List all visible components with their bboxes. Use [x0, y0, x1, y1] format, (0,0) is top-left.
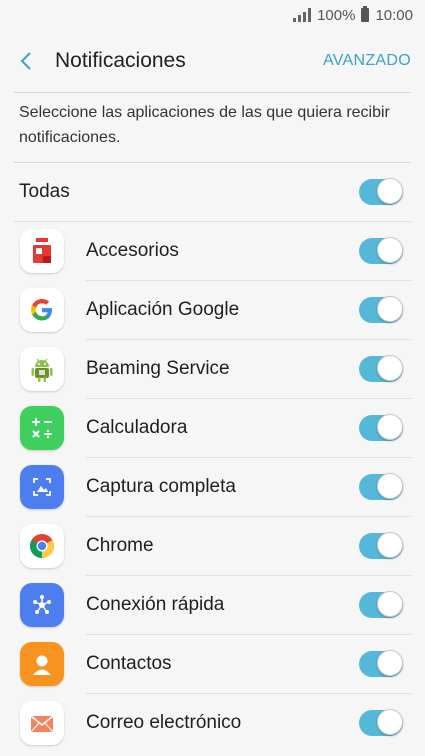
app-row-accesorios[interactable]: Accesorios [0, 222, 425, 280]
battery-icon [361, 6, 370, 22]
advanced-button[interactable]: AVANZADO [323, 52, 411, 70]
contacts-icon [20, 642, 64, 686]
app-row-captura-completa[interactable]: Captura completa [0, 458, 425, 516]
calculator-icon [20, 406, 64, 450]
app-toggle[interactable] [359, 473, 403, 500]
app-toggle[interactable] [359, 532, 403, 559]
app-row-beaming-service[interactable]: Beaming Service [0, 340, 425, 398]
app-name: Contactos [86, 653, 172, 674]
accessories-icon [20, 229, 64, 273]
app-row-contactos[interactable]: Contactos [0, 635, 425, 693]
app-name: Calculadora [86, 417, 188, 438]
quick-connect-icon [20, 583, 64, 627]
app-name: Beaming Service [86, 358, 230, 379]
app-toggle[interactable] [359, 650, 403, 677]
app-row-google[interactable]: Aplicación Google [0, 281, 425, 339]
battery-percentage: 100% [317, 6, 356, 24]
all-apps-label: Todas [19, 181, 70, 202]
all-apps-toggle[interactable] [359, 178, 403, 205]
app-toggle[interactable] [359, 355, 403, 382]
chrome-icon [20, 524, 64, 568]
back-button[interactable] [0, 30, 52, 92]
status-bar: 100% 10:00 [0, 0, 425, 30]
email-icon [20, 701, 64, 745]
app-toggle[interactable] [359, 591, 403, 618]
description-text: Seleccione las aplicaciones de las que q… [19, 104, 390, 146]
app-name: Correo electrónico [86, 712, 242, 733]
app-toggle[interactable] [359, 296, 403, 323]
app-toggle[interactable] [359, 709, 403, 736]
clock: 10:00 [375, 6, 413, 24]
app-row-chrome[interactable]: Chrome [0, 517, 425, 575]
app-name: Aplicación Google [86, 299, 240, 320]
google-icon [20, 288, 64, 332]
app-toggle[interactable] [359, 414, 403, 441]
app-name: Accesorios [86, 240, 179, 261]
android-icon [20, 347, 64, 391]
app-row-conexion-rapida[interactable]: Conexión rápida [0, 576, 425, 634]
screenshot-icon [20, 465, 64, 509]
app-toggle[interactable] [359, 237, 403, 264]
app-row-calculadora[interactable]: Calculadora [0, 399, 425, 457]
signal-icon [293, 8, 312, 22]
chevron-left-icon [20, 52, 31, 70]
app-name: Conexión rápida [86, 594, 225, 615]
all-apps-row[interactable]: Todas [0, 163, 425, 221]
app-name: Captura completa [86, 476, 236, 497]
page-title: Notificaciones [55, 49, 186, 72]
app-name: Chrome [86, 535, 154, 556]
app-bar: Notificaciones AVANZADO [0, 30, 425, 92]
app-row-correo-electronico[interactable]: Correo electrónico [0, 694, 425, 752]
